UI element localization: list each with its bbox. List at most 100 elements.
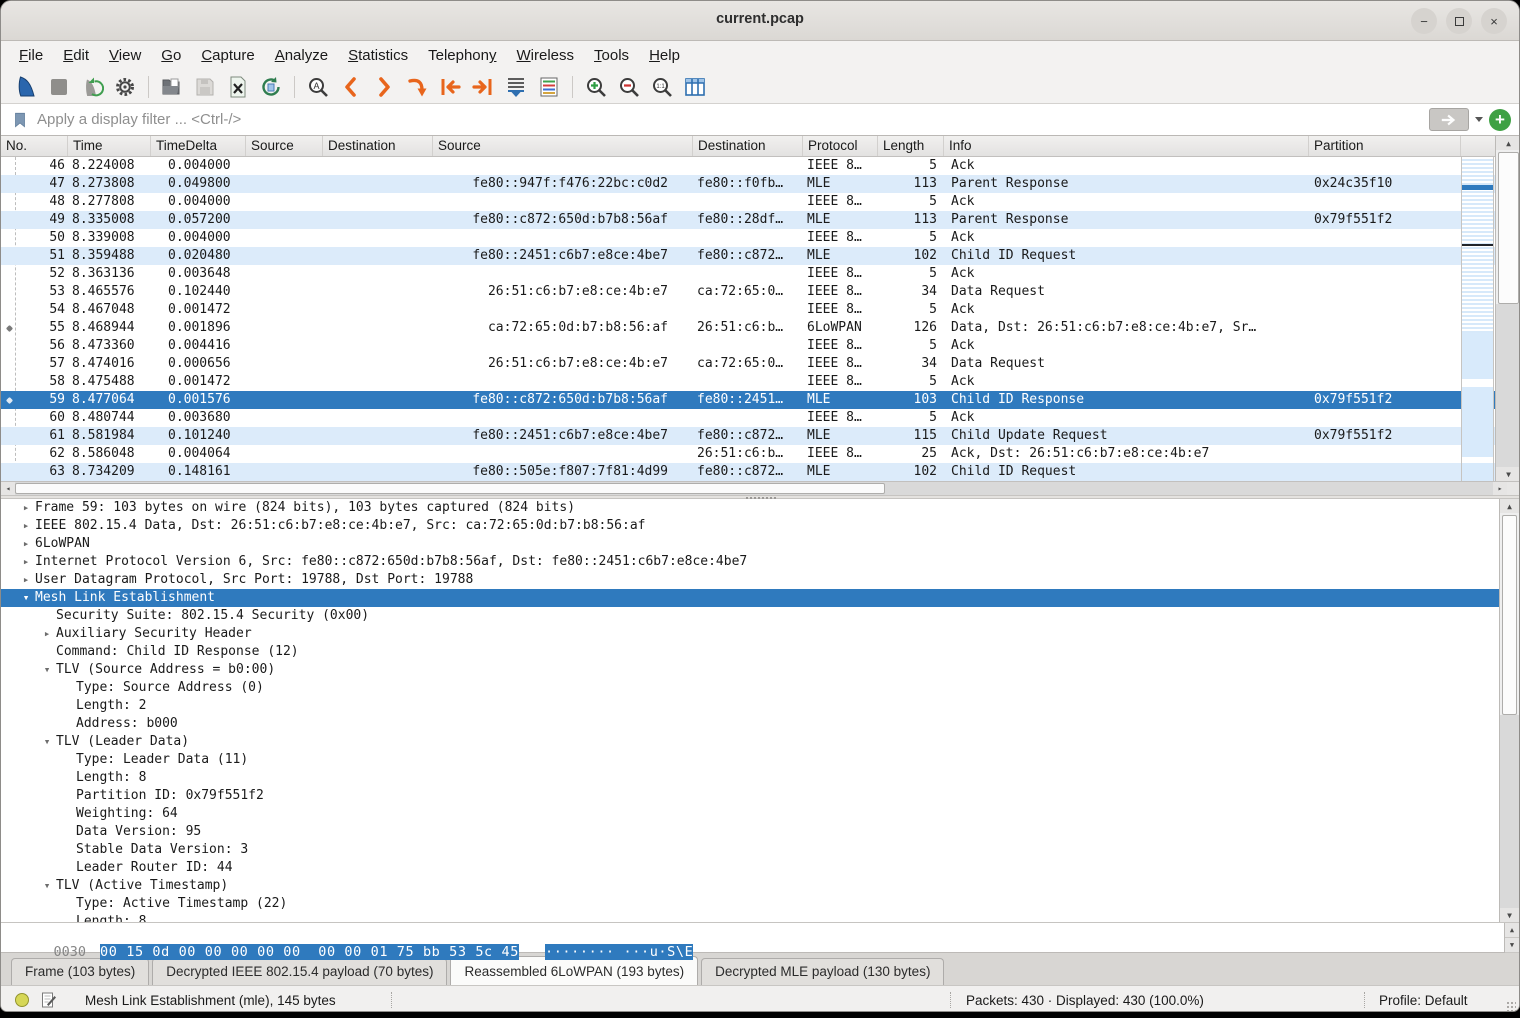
apply-filter-button[interactable] bbox=[1429, 108, 1469, 131]
expand-arrow-icon[interactable]: ▸ bbox=[38, 625, 56, 643]
resize-columns-icon[interactable] bbox=[682, 74, 708, 100]
packet-row[interactable]: 63 8.734209 0.148161 fe80::505e:f807:7f8… bbox=[1, 463, 1519, 481]
zoom-in-icon[interactable] bbox=[583, 74, 609, 100]
packet-list-vscrollbar[interactable]: ▲ ▼ bbox=[1495, 136, 1520, 481]
expand-arrow-icon[interactable]: ▾ bbox=[38, 733, 56, 751]
expand-arrow-icon[interactable] bbox=[58, 805, 76, 823]
menu-item[interactable]: Wireless bbox=[507, 44, 585, 67]
column-header[interactable]: Protocol bbox=[803, 136, 878, 156]
detail-line[interactable]: Weighting: 64 bbox=[1, 805, 1519, 823]
hscroll-thumb[interactable] bbox=[15, 483, 885, 494]
detail-line[interactable]: ▾Mesh Link Establishment bbox=[1, 589, 1519, 607]
expand-arrow-icon[interactable] bbox=[58, 787, 76, 805]
packet-row[interactable]: 50 8.339008 0.004000 IEEE 8… 5 Ack bbox=[1, 229, 1519, 247]
column-header[interactable]: Source bbox=[246, 136, 323, 156]
menu-item[interactable]: Statistics bbox=[338, 44, 418, 67]
go-last-packet-icon[interactable] bbox=[470, 74, 496, 100]
expand-arrow-icon[interactable] bbox=[58, 895, 76, 913]
menu-item[interactable]: File bbox=[9, 44, 53, 67]
auto-scroll-icon[interactable] bbox=[503, 74, 529, 100]
minimize-button[interactable]: − bbox=[1411, 8, 1437, 34]
detail-line[interactable]: ▸User Datagram Protocol, Src Port: 19788… bbox=[1, 571, 1519, 589]
expand-arrow-icon[interactable]: ▸ bbox=[17, 517, 35, 535]
column-header[interactable]: Info bbox=[944, 136, 1309, 156]
scroll-up-icon[interactable]: ▲ bbox=[1496, 136, 1520, 150]
hex-dump-pane[interactable]: 003000 15 0d 00 00 00 00 00 00 00 01 75 … bbox=[1, 922, 1519, 952]
packet-list-hscrollbar[interactable]: ◂ ▸ bbox=[1, 481, 1520, 495]
packet-row[interactable]: 62 8.586048 0.004064 26:51:c6:b… IEEE 8…… bbox=[1, 445, 1519, 463]
expand-arrow-icon[interactable] bbox=[58, 715, 76, 733]
packet-row[interactable]: 52 8.363136 0.003648 IEEE 8… 5 Ack bbox=[1, 265, 1519, 283]
add-filter-button[interactable]: + bbox=[1489, 109, 1511, 131]
expand-arrow-icon[interactable] bbox=[58, 859, 76, 877]
expand-arrow-icon[interactable]: ▾ bbox=[38, 877, 56, 895]
expand-arrow-icon[interactable] bbox=[38, 607, 56, 625]
resize-grip[interactable] bbox=[1506, 1001, 1516, 1011]
expand-arrow-icon[interactable]: ▾ bbox=[17, 589, 35, 607]
zoom-out-icon[interactable] bbox=[616, 74, 642, 100]
detail-line[interactable]: Data Version: 95 bbox=[1, 823, 1519, 841]
go-back-icon[interactable] bbox=[338, 74, 364, 100]
column-header[interactable]: Time bbox=[68, 136, 151, 156]
packet-row[interactable]: 46 8.224008 0.004000 IEEE 8… 5 Ack bbox=[1, 157, 1519, 175]
expand-arrow-icon[interactable]: ▸ bbox=[17, 499, 35, 517]
hex-vscrollbar[interactable]: ▲ ▼ bbox=[1504, 923, 1519, 953]
detail-line[interactable]: Command: Child ID Response (12) bbox=[1, 643, 1519, 661]
scroll-down-icon[interactable]: ▼ bbox=[1500, 908, 1519, 922]
expand-arrow-icon[interactable] bbox=[58, 913, 76, 922]
maximize-button[interactable] bbox=[1446, 8, 1472, 34]
detail-line[interactable]: ▾TLV (Source Address = b0:00) bbox=[1, 661, 1519, 679]
hex-bytes[interactable]: 00 15 0d 00 00 00 00 00 00 00 01 75 bb 5… bbox=[100, 944, 519, 960]
expand-arrow-icon[interactable]: ▾ bbox=[38, 661, 56, 679]
column-header[interactable]: Length bbox=[878, 136, 944, 156]
menu-item[interactable]: Tools bbox=[584, 44, 639, 67]
column-header[interactable]: Destination bbox=[323, 136, 433, 156]
detail-line[interactable]: ▾TLV (Active Timestamp) bbox=[1, 877, 1519, 895]
detail-line[interactable]: ▸Internet Protocol Version 6, Src: fe80:… bbox=[1, 553, 1519, 571]
expand-arrow-icon[interactable] bbox=[58, 823, 76, 841]
detail-line[interactable]: Length: 2 bbox=[1, 697, 1519, 715]
byte-source-tab[interactable]: Reassembled 6LoWPAN (193 bytes) bbox=[450, 956, 698, 985]
scroll-down-icon[interactable]: ▼ bbox=[1505, 938, 1519, 953]
packet-row[interactable]: 60 8.480744 0.003680 IEEE 8… 5 Ack bbox=[1, 409, 1519, 427]
menu-item[interactable]: Edit bbox=[53, 44, 99, 67]
go-forward-icon[interactable] bbox=[371, 74, 397, 100]
vscroll-thumb[interactable] bbox=[1498, 152, 1519, 304]
capture-comment-icon[interactable] bbox=[41, 992, 57, 1008]
byte-source-tab[interactable]: Decrypted MLE payload (130 bytes) bbox=[701, 958, 944, 985]
close-button[interactable]: × bbox=[1481, 8, 1507, 34]
scroll-right-icon[interactable]: ▸ bbox=[1493, 482, 1507, 495]
packet-row[interactable]: 53 8.465576 0.102440 26:51:c6:b7:e8:ce:4… bbox=[1, 283, 1519, 301]
save-file-icon[interactable] bbox=[192, 74, 218, 100]
intelligent-scrollbar-minimap[interactable] bbox=[1461, 157, 1494, 481]
column-header[interactable]: Partition bbox=[1309, 136, 1461, 156]
menu-item[interactable]: Analyze bbox=[265, 44, 338, 67]
colorize-packets-icon[interactable] bbox=[536, 74, 562, 100]
expand-arrow-icon[interactable]: ▸ bbox=[17, 571, 35, 589]
detail-scroll-thumb[interactable] bbox=[1502, 515, 1517, 715]
expert-info-icon[interactable] bbox=[15, 993, 29, 1007]
go-first-packet-icon[interactable] bbox=[437, 74, 463, 100]
packet-row[interactable]: 51 8.359488 0.020480 fe80::2451:c6b7:e8c… bbox=[1, 247, 1519, 265]
open-file-icon[interactable] bbox=[159, 74, 185, 100]
packet-row[interactable]: 61 8.581984 0.101240 fe80::2451:c6b7:e8c… bbox=[1, 427, 1519, 445]
menu-item[interactable]: Help bbox=[639, 44, 690, 67]
start-capture-icon[interactable] bbox=[13, 74, 39, 100]
packet-row[interactable]: 59 8.477064 0.001576 fe80::c872:650d:b7b… bbox=[1, 391, 1519, 409]
detail-line[interactable]: Security Suite: 802.15.4 Security (0x00) bbox=[1, 607, 1519, 625]
reload-file-icon[interactable] bbox=[258, 74, 284, 100]
packet-row[interactable]: 57 8.474016 0.000656 26:51:c6:b7:e8:ce:4… bbox=[1, 355, 1519, 373]
column-header[interactable]: TimeDelta bbox=[151, 136, 246, 156]
scroll-left-icon[interactable]: ◂ bbox=[1, 482, 15, 495]
status-profile[interactable]: Profile: Default bbox=[1379, 993, 1468, 1008]
expand-arrow-icon[interactable]: ▸ bbox=[17, 553, 35, 571]
stop-capture-icon[interactable] bbox=[46, 74, 72, 100]
detail-line[interactable]: Partition ID: 0x79f551f2 bbox=[1, 787, 1519, 805]
packet-row[interactable]: 49 8.335008 0.057200 fe80::c872:650d:b7b… bbox=[1, 211, 1519, 229]
detail-line[interactable]: Type: Source Address (0) bbox=[1, 679, 1519, 697]
expand-arrow-icon[interactable]: ▸ bbox=[17, 535, 35, 553]
menu-item[interactable]: Capture bbox=[191, 44, 264, 67]
packet-row[interactable]: 55 8.468944 0.001896 ca:72:65:0d:b7:b8:5… bbox=[1, 319, 1519, 337]
scroll-down-icon[interactable]: ▼ bbox=[1496, 467, 1520, 481]
expand-arrow-icon[interactable] bbox=[58, 751, 76, 769]
